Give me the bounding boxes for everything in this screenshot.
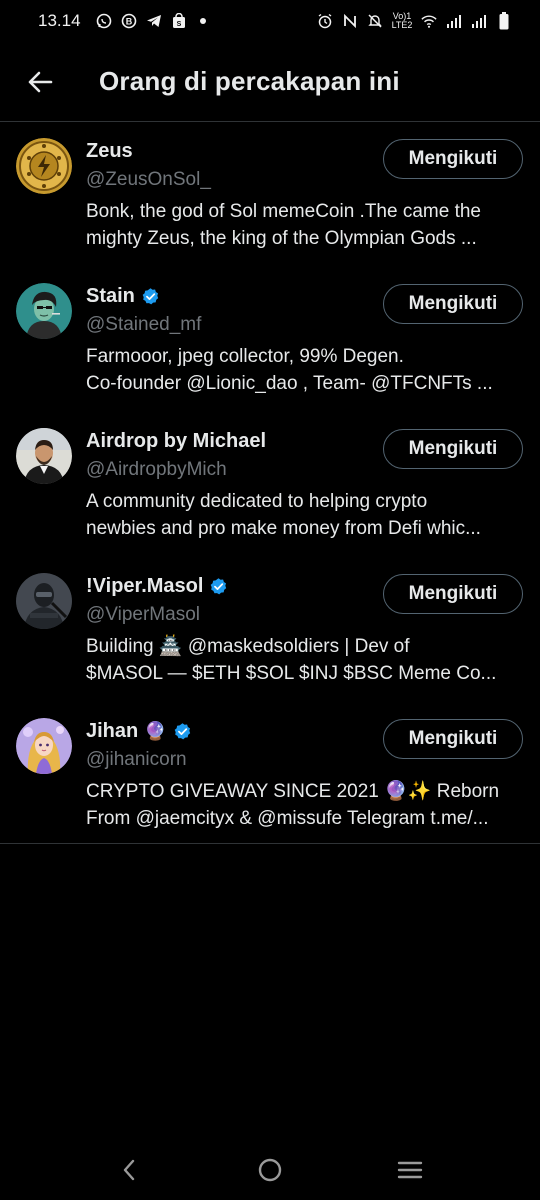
person-item[interactable]: Stain @Stained_mf Farmooor, jpeg collect… (0, 267, 540, 412)
stain-character-avatar (16, 283, 72, 339)
bio-line: Bonk, the god of Sol memeCoin .The came … (86, 201, 481, 222)
user-handle: @Stained_mf (86, 314, 202, 335)
people-list: Zeus @ZeusOnSol_ Bonk, the god of Sol me… (0, 122, 540, 847)
b-app-icon: B (121, 13, 137, 29)
verified-badge-icon (211, 578, 227, 595)
user-handle: @ViperMasol (86, 604, 200, 625)
list-divider (0, 843, 540, 844)
display-name[interactable]: Airdrop by Michael (86, 430, 266, 453)
wifi-icon (421, 13, 437, 29)
status-right: Vo)1 LTE2 (317, 12, 512, 30)
display-name[interactable]: Jihan (86, 720, 138, 743)
bio-line: mighty Zeus, the king of the Olympian Go… (86, 228, 477, 249)
following-button[interactable]: Mengikuti (383, 429, 523, 469)
volte-icon: Vo)1 LTE2 (391, 12, 413, 30)
screen: 13.14 B S Vo)1 LTE2 Orang di percakapan … (0, 0, 540, 1200)
user-bio: CRYPTO GIVEAWAY SINCE 2021 🔮✨ Reborn Fro… (86, 778, 526, 832)
nav-back-button[interactable] (100, 1140, 160, 1200)
following-button[interactable]: Mengikuti (383, 139, 523, 179)
name-row: Zeus (86, 140, 133, 163)
following-button[interactable]: Mengikuti (383, 284, 523, 324)
bio-line: Co-founder @Lionic_dao , Team- @TFCNFTs … (86, 373, 493, 394)
whatsapp-icon (96, 13, 112, 29)
user-bio: Building 🏯 @maskedsoldiers | Dev of $MAS… (86, 633, 526, 687)
display-name[interactable]: Zeus (86, 140, 133, 163)
user-handle: @AirdropbyMich (86, 459, 227, 480)
person-item[interactable]: Jihan 🔮 @jihanicorn CRYPTO GIVEAWAY SINC… (0, 702, 540, 847)
bio-line: $MASOL — $ETH $SOL $INJ $BSC Meme Co... (86, 663, 497, 684)
person-item[interactable]: Airdrop by Michael @AirdropbyMich A comm… (0, 412, 540, 557)
crystal-ball-emoji: 🔮 (144, 721, 167, 741)
following-button[interactable]: Mengikuti (383, 574, 523, 614)
svg-text:S: S (176, 21, 181, 28)
michael-photo-avatar (16, 428, 72, 484)
back-nav-icon (123, 1159, 135, 1181)
signal-2-icon (471, 13, 487, 29)
battery-icon (496, 12, 512, 30)
status-time: 13.14 (38, 11, 81, 30)
dot-icon (199, 18, 206, 24)
name-row: Stain (86, 285, 160, 308)
navigation-bar (0, 1140, 540, 1200)
user-bio: Bonk, the god of Sol memeCoin .The came … (86, 198, 526, 252)
verified-badge-icon (174, 723, 190, 740)
avatar[interactable] (16, 138, 72, 194)
user-bio: A community dedicated to helping crypto … (86, 488, 526, 542)
nfc-icon (342, 13, 358, 29)
jihan-illustration-avatar (16, 718, 72, 774)
nav-recents-button[interactable] (380, 1140, 440, 1200)
bio-line: Farmooor, jpeg collector, 99% Degen. (86, 346, 404, 367)
name-row: Airdrop by Michael (86, 430, 266, 453)
person-item[interactable]: !Viper.Masol @ViperMasol Building 🏯 @mas… (0, 557, 540, 702)
verified-badge-icon (142, 288, 159, 305)
shop-bag-icon: S (171, 13, 187, 29)
page-title: Orang di percakapan ini (99, 66, 400, 96)
following-button[interactable]: Mengikuti (383, 719, 523, 759)
bio-line: Building 🏯 @maskedsoldiers | Dev of (86, 636, 410, 657)
home-nav-icon (258, 1158, 282, 1182)
bio-line: CRYPTO GIVEAWAY SINCE 2021 🔮✨ Reborn (86, 781, 500, 802)
recents-nav-icon (397, 1161, 423, 1179)
display-name[interactable]: !Viper.Masol (86, 575, 203, 598)
mute-icon (367, 13, 383, 29)
name-row: !Viper.Masol (86, 575, 228, 598)
bio-line: newbies and pro make money from Defi whi… (86, 518, 481, 539)
user-handle: @jihanicorn (86, 749, 187, 770)
avatar[interactable] (16, 718, 72, 774)
name-row: Jihan 🔮 (86, 720, 192, 743)
svg-text:B: B (125, 17, 132, 27)
zeus-coin-avatar (16, 138, 72, 194)
header: Orang di percakapan ini (0, 42, 540, 122)
volte-label-bottom: LTE2 (391, 20, 413, 30)
back-button[interactable] (20, 62, 60, 102)
alarm-icon (317, 13, 333, 29)
user-bio: Farmooor, jpeg collector, 99% Degen. Co-… (86, 343, 526, 397)
bio-line: A community dedicated to helping crypto (86, 491, 428, 512)
signal-1-icon (446, 13, 462, 29)
display-name[interactable]: Stain (86, 285, 135, 308)
status-left: 13.14 B S (38, 11, 206, 31)
arrow-left-icon (28, 71, 53, 92)
user-handle: @ZeusOnSol_ (86, 169, 211, 190)
person-item[interactable]: Zeus @ZeusOnSol_ Bonk, the god of Sol me… (0, 122, 540, 267)
avatar[interactable] (16, 573, 72, 629)
avatar[interactable] (16, 428, 72, 484)
soldier-avatar (16, 573, 72, 629)
bio-line: From @jaemcityx & @missufe Telegram t.me… (86, 808, 489, 829)
status-bar: 13.14 B S Vo)1 LTE2 (0, 0, 540, 42)
telegram-icon (146, 13, 162, 29)
avatar[interactable] (16, 283, 72, 339)
nav-home-button[interactable] (240, 1140, 300, 1200)
